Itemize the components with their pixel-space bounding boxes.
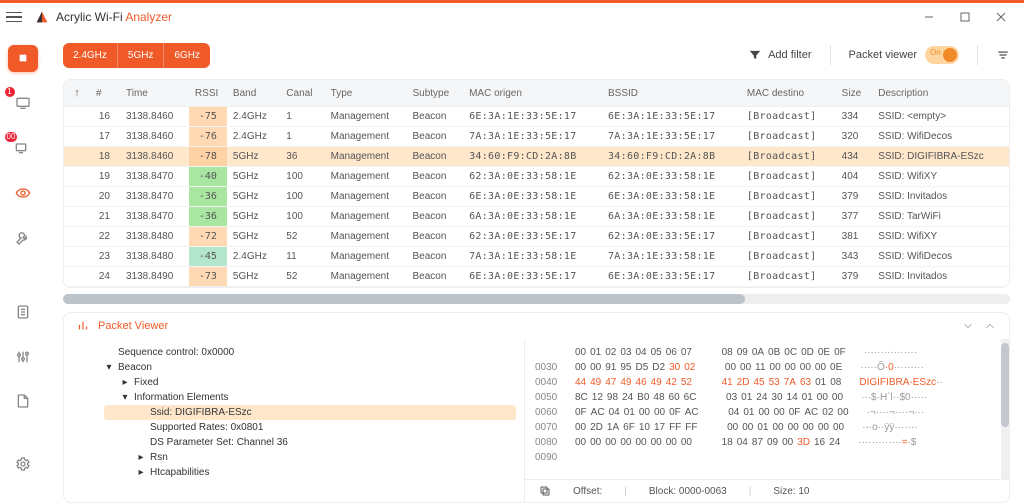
- column-header[interactable]: Type: [325, 80, 407, 107]
- app-title: Acrylic Wi-Fi Analyzer: [56, 10, 172, 24]
- hex-footer: Offset: | Block: 0000-0063 | Size: 10: [525, 479, 1009, 502]
- size-label: Size: 10: [773, 486, 809, 497]
- window-minimize-button[interactable]: [912, 6, 946, 28]
- column-header[interactable]: Band: [227, 80, 280, 107]
- tree-node[interactable]: ▾Information Elements: [104, 390, 516, 405]
- column-header[interactable]: MAC origen: [463, 80, 602, 107]
- chevron-down-icon[interactable]: [961, 319, 975, 333]
- column-header[interactable]: Subtype: [406, 80, 463, 107]
- menu-icon[interactable]: [6, 12, 22, 23]
- window-maximize-button[interactable]: [948, 6, 982, 28]
- badge: 1: [5, 87, 15, 97]
- column-header[interactable]: Time: [120, 80, 189, 107]
- packet-table: ↑#TimeRSSIBandCanalTypeSubtypeMAC origen…: [64, 80, 1009, 287]
- table-row[interactable]: 203138.8470-365GHz100ManagementBeacon6E:…: [64, 187, 1009, 207]
- tree-node[interactable]: ▸Htcapabilities: [104, 465, 516, 480]
- column-header[interactable]: Canal: [280, 80, 324, 107]
- column-header[interactable]: Size: [836, 80, 873, 107]
- sidebar-item-tools[interactable]: [8, 225, 38, 252]
- sort-icon[interactable]: ↑: [64, 80, 90, 107]
- packet-viewer-title: Packet Viewer: [98, 320, 168, 332]
- packet-tree[interactable]: Sequence control: 0x0000▾Beacon▸Fixed▾In…: [64, 339, 524, 502]
- tree-node[interactable]: Ssid: DIGIFIBRA-ESzc: [104, 405, 516, 420]
- sidebar-stop-button[interactable]: [8, 45, 38, 72]
- table-row[interactable]: 173138.8460-762.4GHz1ManagementBeacon7A:…: [64, 127, 1009, 147]
- bars-icon: [76, 319, 90, 333]
- window-close-button[interactable]: [984, 6, 1018, 28]
- sidebar-item-stations[interactable]: 00: [8, 135, 38, 162]
- column-header[interactable]: Description: [872, 80, 1009, 107]
- band-button-5ghz[interactable]: 5GHz: [118, 43, 165, 68]
- sidebar-item-networks[interactable]: 1: [8, 90, 38, 117]
- title-bar: Acrylic Wi-Fi Analyzer: [0, 3, 1024, 31]
- hex-dump[interactable]: 0001020304050607 08090A0B0C0D0E0F·······…: [525, 339, 1001, 479]
- block-label: Block: 0000-0063: [649, 486, 727, 497]
- sidebar-item-settings[interactable]: [8, 451, 38, 478]
- table-row[interactable]: 183138.8460-785GHz36ManagementBeacon34:6…: [64, 147, 1009, 167]
- table-row[interactable]: 223138.8480-725GHz52ManagementBeacon62:3…: [64, 227, 1009, 247]
- tree-node[interactable]: ▸Rsn: [104, 450, 516, 465]
- table-row[interactable]: 193138.8470-405GHz100ManagementBeacon62:…: [64, 167, 1009, 187]
- badge: 00: [5, 132, 18, 142]
- hex-scrollbar[interactable]: [1001, 339, 1009, 479]
- horizontal-scrollbar[interactable]: [63, 294, 1010, 304]
- sidebar-item-monitor[interactable]: [8, 180, 38, 207]
- column-header[interactable]: RSSI: [189, 80, 227, 107]
- table-row[interactable]: 233138.8480-452.4GHz11ManagementBeacon7A…: [64, 247, 1009, 267]
- column-header[interactable]: BSSID: [602, 80, 741, 107]
- column-header[interactable]: MAC destino: [741, 80, 836, 107]
- packet-viewer-toggle[interactable]: Packet viewer On: [849, 46, 959, 64]
- packet-viewer-label: Packet viewer: [849, 49, 917, 61]
- sidebar-item-sliders[interactable]: [8, 343, 38, 370]
- band-button-6ghz[interactable]: 6GHz: [164, 43, 210, 68]
- app-logo-icon: [34, 9, 50, 25]
- sidebar-item-reports[interactable]: [8, 388, 38, 415]
- tree-node[interactable]: Supported Rates: 0x0801: [104, 420, 516, 435]
- filter-icon: [748, 48, 762, 62]
- offset-label: Offset:: [573, 486, 602, 497]
- copy-icon[interactable]: [539, 485, 551, 497]
- column-header[interactable]: #: [90, 80, 120, 107]
- table-row[interactable]: 163138.8460-752.4GHz1ManagementBeacon6E:…: [64, 107, 1009, 127]
- toolbar: 2.4GHz 5GHz 6GHz Add filter Packet viewe…: [63, 31, 1010, 79]
- band-button-2-4ghz[interactable]: 2.4GHz: [63, 43, 118, 68]
- add-filter-button[interactable]: Add filter: [748, 48, 811, 62]
- options-icon[interactable]: [996, 48, 1010, 62]
- add-filter-label: Add filter: [768, 49, 811, 61]
- tree-node[interactable]: ▸Fixed: [104, 375, 516, 390]
- sidebar: 1 00: [0, 31, 45, 503]
- tree-node[interactable]: DS Parameter Set: Channel 36: [104, 435, 516, 450]
- table-row[interactable]: 213138.8470-365GHz100ManagementBeacon6A:…: [64, 207, 1009, 227]
- tree-node[interactable]: ▾Beacon: [104, 360, 516, 375]
- chevron-up-icon[interactable]: [983, 319, 997, 333]
- sidebar-item-inventory[interactable]: [8, 298, 38, 325]
- band-group: 2.4GHz 5GHz 6GHz: [63, 43, 210, 68]
- table-row[interactable]: 243138.8490-735GHz52ManagementBeacon6E:3…: [64, 267, 1009, 287]
- tree-node[interactable]: Sequence control: 0x0000: [104, 345, 516, 360]
- packet-viewer-panel: Packet Viewer Sequence control: 0x0000▾B…: [63, 312, 1010, 503]
- toggle-switch[interactable]: On: [925, 46, 959, 64]
